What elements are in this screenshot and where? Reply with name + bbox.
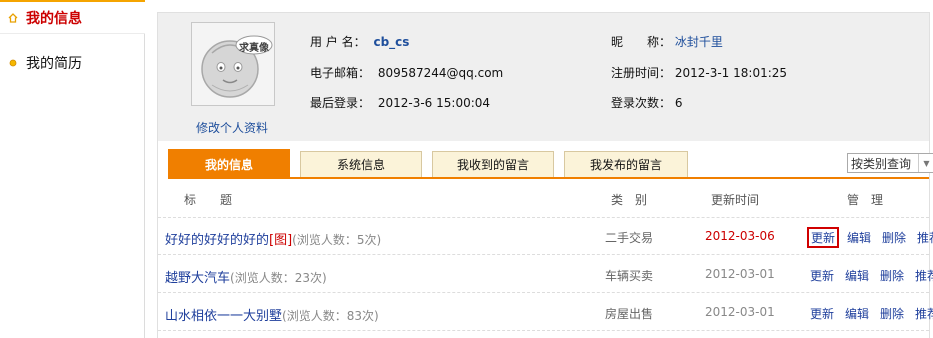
table-row: 山水相依一一大别墅(浏览人数：83次) 房屋出售 2012-03-01 更新 编… [158,294,933,331]
nickname-value: 冰封千里 [674,35,723,49]
email-row: 电子邮箱： 809587244@qq.com [310,64,503,81]
nickname-row: 昵 称： 冰封千里 [611,33,723,50]
category-filter-select[interactable]: 按类别查询 ▼ [847,153,933,173]
recommend-button[interactable]: 推荐 [912,303,933,324]
username-label: 用 户 名： [310,35,366,49]
login-count-value: 6 [674,96,683,110]
table-row: 好好的好好的好的[图](浏览人数：5次) 二手交易 2012-03-06 更新 … [158,218,933,255]
row-title-cell: 越野大汽车(浏览人数：23次) [165,267,327,286]
date-cell: 2012-03-06 [705,229,775,243]
date-cell: 2012-03-01 [705,267,775,281]
delete-button[interactable]: 删除 [879,227,909,248]
avatar: 求真像 [191,22,275,106]
tab-received-messages[interactable]: 我收到的留言 [432,151,554,177]
delete-button[interactable]: 删除 [877,265,907,286]
row-actions: 更新 编辑 删除 推荐 [807,227,933,248]
category-filter-value: 按类别查询 [851,156,912,171]
last-login-value: 2012-3-6 15:00:04 [377,96,491,110]
row-actions: 更新 编辑 删除 推荐 [807,303,933,324]
sidebar-item-my-info[interactable]: 我的信息 [0,0,145,34]
left-sidebar: 我的信息 我的简历 [0,0,145,338]
email-label: 电子邮箱： [310,66,371,80]
edit-profile-link[interactable]: 修改个人资料 [196,119,268,136]
listing-title-link[interactable]: 越野大汽车 [165,271,230,286]
chevron-down-icon: ▼ [918,154,933,172]
tab-system-info[interactable]: 系统信息 [300,151,422,177]
username-value: cb_cs [373,35,410,49]
header-updated: 更新时间 [711,193,760,207]
edit-button[interactable]: 编辑 [842,265,872,286]
login-count-row: 登录次数： 6 [611,94,682,111]
view-count: (浏览人数：5次) [292,233,382,247]
edit-button[interactable]: 编辑 [842,303,872,324]
refresh-button[interactable]: 更新 [807,227,840,248]
row-actions: 更新 编辑 删除 推荐 [807,265,933,286]
view-count: (浏览人数：23次) [230,271,327,285]
default-avatar-icon [192,23,274,105]
refresh-button[interactable]: 更新 [807,303,837,324]
username-row: 用 户 名： cb_cs [310,33,409,50]
category-cell: 房屋出售 [605,307,654,321]
header-title: 标 题 [184,193,233,207]
regtime-row: 注册时间： 2012-3-1 18:01:25 [611,64,787,81]
header-category: 类 别 [611,193,648,207]
recommend-button[interactable]: 推荐 [912,265,933,286]
tab-my-info[interactable]: 我的信息 [168,149,290,178]
main-panel: 求真像 修改个人资料 用 户 名： cb_cs 电子邮箱： 809587244@… [157,12,933,338]
sidebar-item-label: 我的信息 [26,10,82,27]
email-value: 809587244@qq.com [377,66,504,80]
regtime-label: 注册时间： [611,66,672,80]
row-title-cell: 好好的好好的好的[图](浏览人数：5次) [165,229,381,248]
table-row: 越野大汽车(浏览人数：23次) 车辆买卖 2012-03-01 更新 编辑 删除… [158,256,933,293]
last-login-row: 最后登录： 2012-3-6 15:00:04 [310,94,490,111]
category-cell: 车辆买卖 [605,269,654,283]
nickname-label: 昵 称： [611,35,672,49]
tab-posted-messages[interactable]: 我发布的留言 [564,151,688,177]
recommend-button[interactable]: 推荐 [914,227,933,248]
refresh-button[interactable]: 更新 [807,265,837,286]
profile-section: 求真像 修改个人资料 用 户 名： cb_cs 电子邮箱： 809587244@… [158,13,929,141]
date-cell: 2012-03-01 [705,305,775,319]
header-manage: 管 理 [847,193,884,207]
house-icon [8,12,18,23]
regtime-value: 2012-3-1 18:01:25 [674,66,788,80]
table-header: 标 题 类 别 更新时间 管 理 [158,180,929,218]
image-tag[interactable]: [图] [269,233,292,248]
row-title-cell: 山水相依一一大别墅(浏览人数：83次) [165,305,379,324]
category-cell: 二手交易 [605,231,654,245]
edit-button[interactable]: 编辑 [844,227,874,248]
sidebar-item-label: 我的简历 [26,56,82,72]
listing-title-link[interactable]: 好好的好好的好的 [165,233,269,248]
delete-button[interactable]: 删除 [877,303,907,324]
bullet-icon [8,58,18,68]
last-login-label: 最后登录： [310,96,371,110]
listing-title-link[interactable]: 山水相依一一大别墅 [165,309,282,324]
sidebar-item-my-resume[interactable]: 我的简历 [0,46,145,80]
tab-bar: 我的信息 系统信息 我收到的留言 我发布的留言 按类别查询 ▼ [168,149,933,180]
view-count: (浏览人数：83次) [282,309,379,323]
login-count-label: 登录次数： [611,96,672,110]
avatar-bubble-text: 求真像 [239,43,269,54]
